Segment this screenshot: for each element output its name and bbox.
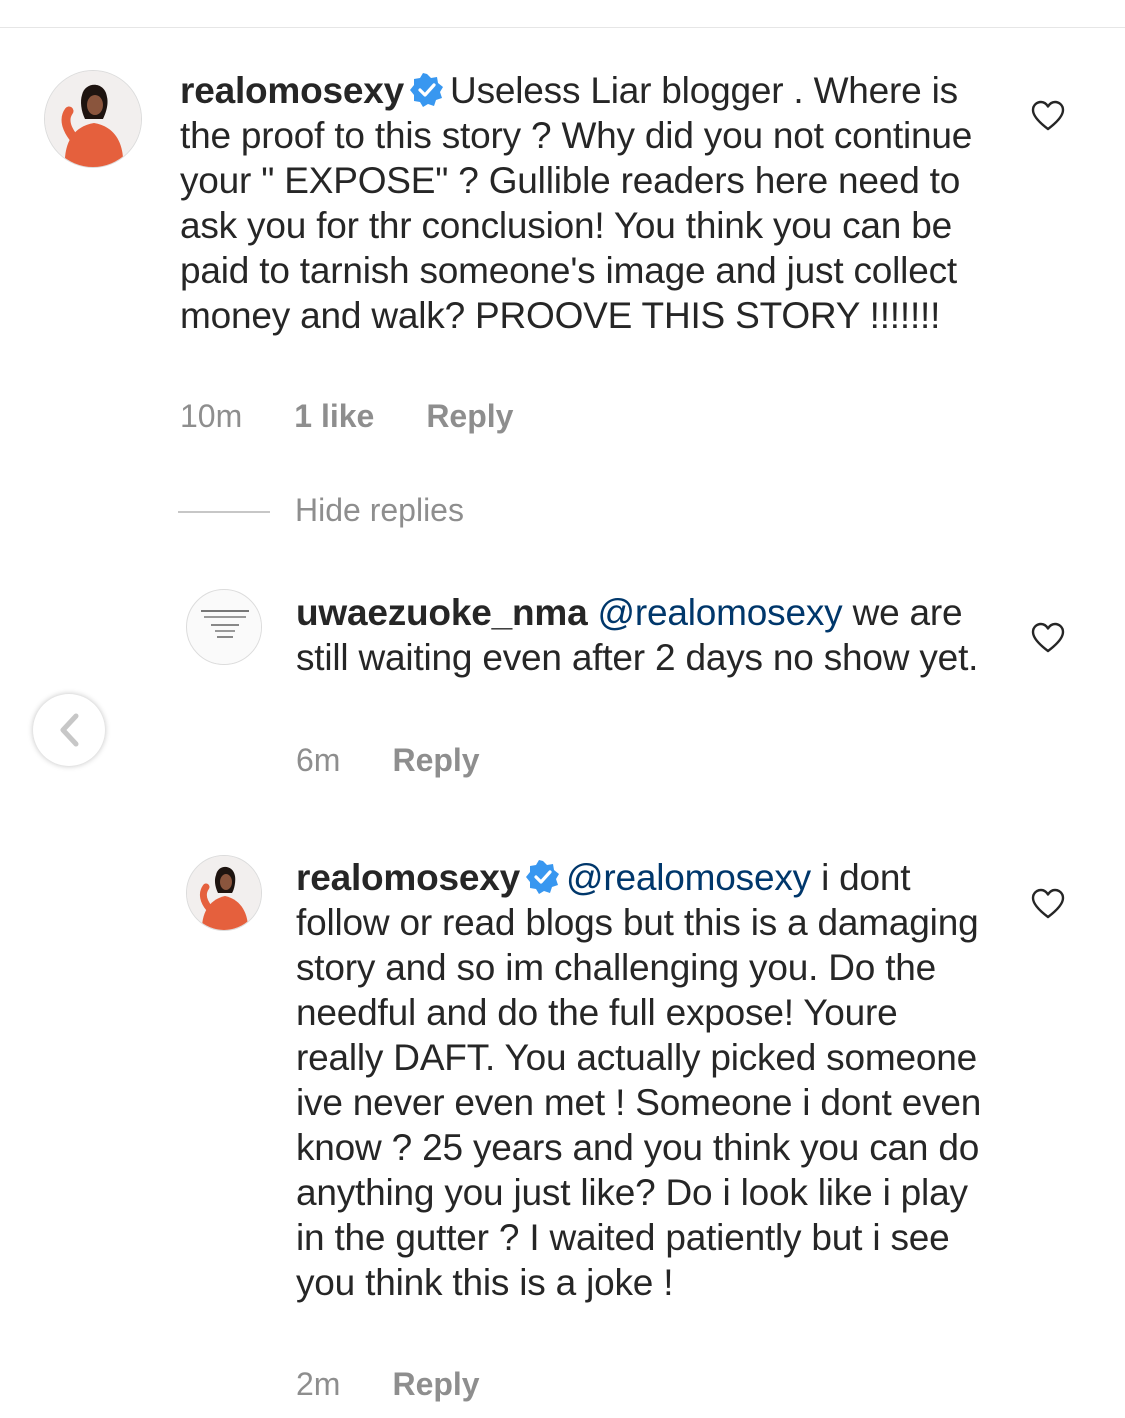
reply-button[interactable]: Reply [392,1366,479,1402]
verified-badge-icon [410,73,444,107]
heart-icon[interactable] [1031,622,1065,654]
reply-mention[interactable]: @realomosexy [598,592,843,633]
avatar[interactable] [44,70,142,168]
reply-time: 2m [296,1366,341,1402]
hide-replies-label: Hide replies [295,492,464,528]
reply-text: i dont follow or read blogs but this is … [296,857,982,1303]
reply-mention[interactable]: @realomosexy [566,857,811,898]
top-divider [0,27,1125,28]
reply-body: realomosexy @realomosexy i dont follow or… [296,855,986,1305]
comment-username[interactable]: realomosexy [180,70,404,111]
reply-meta: 6m Reply [296,742,532,779]
comment-time: 10m [180,398,243,434]
heart-icon[interactable] [1031,100,1065,132]
likes-count[interactable]: 1 like [294,398,374,434]
comment-meta: 10m 1 like Reply [180,398,565,435]
reply-username[interactable]: realomosexy [296,857,520,898]
hide-replies-line [178,511,270,513]
avatar[interactable] [186,589,262,665]
reply-button[interactable]: Reply [426,398,513,434]
avatar[interactable] [186,855,262,931]
verified-badge-icon [526,860,560,894]
reply-button[interactable]: Reply [392,742,479,778]
reply-time: 6m [296,742,341,778]
back-button[interactable] [33,694,105,766]
chevron-left-icon [60,713,79,747]
reply-username[interactable]: uwaezuoke_nma [296,592,588,633]
reply-body: uwaezuoke_nma @realomosexy we are still … [296,590,996,680]
heart-icon[interactable] [1031,888,1065,920]
reply-meta: 2m Reply [296,1366,532,1403]
comment-body: realomosexy Useless Liar blogger . Where … [180,68,1000,338]
